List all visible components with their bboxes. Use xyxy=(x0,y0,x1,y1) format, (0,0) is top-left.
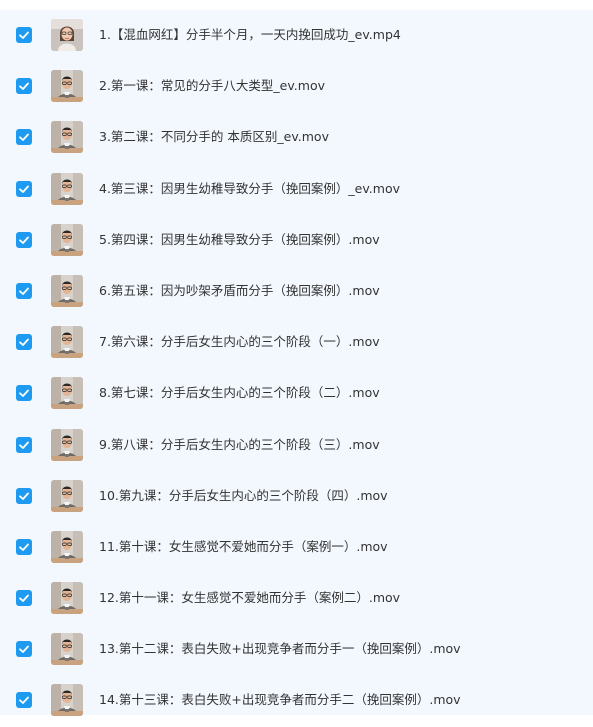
file-list-item[interactable]: 12.第十一课：女生感觉不爱她而分手（案例二）.mov xyxy=(0,573,593,624)
file-name: 6.第五课：因为吵架矛盾而分手（挽回案例）.mov xyxy=(99,282,380,298)
checkmark-icon xyxy=(19,287,29,295)
checkmark-icon xyxy=(19,82,29,91)
file-list-item[interactable]: 14.第十三课：表白失败+出现竞争者而分手二（挽回案例）.mov xyxy=(0,675,593,726)
file-name: 9.第八课：分手后女生内心的三个阶段（三）.mov xyxy=(99,436,380,452)
checkbox[interactable] xyxy=(16,334,32,351)
checkbox[interactable] xyxy=(16,641,32,658)
checkmark-icon xyxy=(19,133,29,142)
lecturer-video-thumbnail xyxy=(51,326,83,359)
checkbox[interactable] xyxy=(16,78,32,95)
checkbox[interactable] xyxy=(16,180,32,197)
file-name: 11.第十课：女生感觉不爱她而分手（案例一）.mov xyxy=(99,538,388,554)
lecturer-video-thumbnail xyxy=(51,121,83,154)
lecturer-video-thumbnail xyxy=(51,428,83,461)
file-name: 2.第一课：常见的分手八大类型_ev.mov xyxy=(99,78,325,94)
file-name: 8.第七课：分手后女生内心的三个阶段（二）.mov xyxy=(99,385,380,401)
checkbox[interactable] xyxy=(16,590,32,607)
file-name: 3.第二课：不同分手的 本质区别_ev.mov xyxy=(99,129,329,145)
file-name: 5.第四课：因男生幼稚导致分手（挽回案例）.mov xyxy=(99,231,380,247)
checkmark-icon xyxy=(19,645,29,654)
checkmark-icon xyxy=(19,31,29,39)
file-name: 13.第十二课：表白失败+出现竞争者而分手一（挽回案例）.mov xyxy=(99,641,461,657)
lecturer-video-thumbnail xyxy=(51,530,83,563)
checkbox[interactable] xyxy=(16,385,32,402)
lecturer-video-thumbnail xyxy=(51,582,83,615)
checkbox[interactable] xyxy=(16,538,32,555)
checkbox[interactable] xyxy=(16,282,32,299)
lecturer-video-thumbnail xyxy=(51,633,83,666)
lecturer-video-thumbnail xyxy=(51,172,83,205)
file-list-item[interactable]: 1.【混血网红】分手半个月，一天内挽回成功_ev.mp4 xyxy=(0,10,593,61)
lecturer-video-thumbnail xyxy=(51,274,83,307)
file-name: 12.第十一课：女生感觉不爱她而分手（案例二）.mov xyxy=(99,590,401,606)
lecturer-video-thumbnail xyxy=(51,684,83,717)
file-name: 7.第六课：分手后女生内心的三个阶段（一）.mov xyxy=(99,334,380,350)
file-list-item[interactable]: 4.第三课：因男生幼稚导致分手（挽回案例）_ev.mov xyxy=(0,164,593,215)
file-list-item[interactable]: 7.第六课：分手后女生内心的三个阶段（一）.mov xyxy=(0,317,593,368)
file-list-item[interactable]: 9.第八课：分手后女生内心的三个阶段（三）.mov xyxy=(0,420,593,471)
file-list-item[interactable]: 8.第七课：分手后女生内心的三个阶段（二）.mov xyxy=(0,368,593,419)
lecturer-video-thumbnail xyxy=(51,223,83,256)
checkmark-icon xyxy=(19,441,29,449)
file-list-item[interactable]: 10.第九课：分手后女生内心的三个阶段（四）.mov xyxy=(0,471,593,522)
file-name: 4.第三课：因男生幼稚导致分手（挽回案例）_ev.mov xyxy=(99,180,400,196)
checkbox[interactable] xyxy=(16,129,32,146)
checkmark-icon xyxy=(19,594,29,602)
checkmark-icon xyxy=(19,389,29,398)
lecturer-video-thumbnail xyxy=(51,479,83,512)
checkbox[interactable] xyxy=(16,487,32,504)
checkmark-icon xyxy=(19,185,29,193)
file-name: 14.第十三课：表白失败+出现竞争者而分手二（挽回案例）.mov xyxy=(99,692,461,708)
checkbox[interactable] xyxy=(16,27,32,43)
lecturer-video-thumbnail xyxy=(51,70,83,103)
checkmark-icon xyxy=(19,236,29,244)
file-list-item[interactable]: 6.第五课：因为吵架矛盾而分手（挽回案例）.mov xyxy=(0,266,593,317)
file-list: 1.【混血网红】分手半个月，一天内挽回成功_ev.mp4 2.第一课：常见的分手八… xyxy=(0,10,593,717)
checkmark-icon xyxy=(19,543,29,551)
checkmark-icon xyxy=(19,492,29,500)
portrait-woman-thumbnail xyxy=(51,19,83,51)
file-name: 1.【混血网红】分手半个月，一天内挽回成功_ev.mp4 xyxy=(99,27,401,42)
file-list-item[interactable]: 3.第二课：不同分手的 本质区别_ev.mov xyxy=(0,112,593,163)
file-list-item[interactable]: 11.第十课：女生感觉不爱她而分手（案例一）.mov xyxy=(0,522,593,573)
checkbox[interactable] xyxy=(16,692,32,709)
checkmark-icon xyxy=(19,338,29,347)
file-list-item[interactable]: 13.第十二课：表白失败+出现竞争者而分手一（挽回案例）.mov xyxy=(0,624,593,675)
checkbox[interactable] xyxy=(16,231,32,248)
checkmark-icon xyxy=(19,697,29,705)
file-name: 10.第九课：分手后女生内心的三个阶段（四）.mov xyxy=(99,487,388,503)
file-list-item[interactable]: 5.第四课：因男生幼稚导致分手（挽回案例）.mov xyxy=(0,215,593,266)
checkbox[interactable] xyxy=(16,436,32,453)
lecturer-video-thumbnail xyxy=(51,377,83,410)
file-list-item[interactable]: 2.第一课：常见的分手八大类型_ev.mov xyxy=(0,61,593,112)
